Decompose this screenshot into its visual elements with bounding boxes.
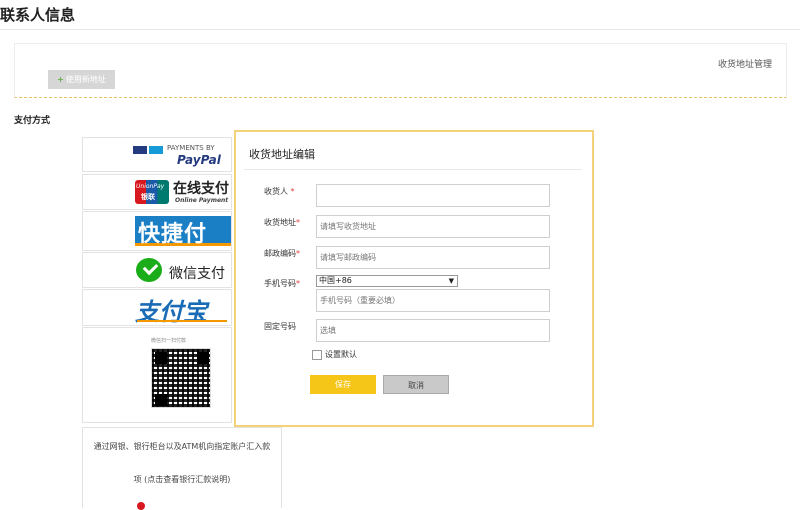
check-icon [142, 259, 159, 276]
unionpay-logo-cn: 银联 [141, 193, 155, 201]
wechat-pay-label: 微信支付 [169, 266, 225, 282]
paypal-flag-icon [133, 146, 147, 154]
address-label: 收货地址* [264, 218, 300, 227]
bank-transfer-line2[interactable]: 项 (点击查看银行汇款说明) [83, 474, 281, 485]
landline-label: 固定号码 [264, 322, 296, 331]
address-panel [14, 43, 787, 98]
mobile-label: 手机号码* [264, 279, 300, 288]
new-address-label: 使用新地址 [65, 75, 106, 84]
address-manage-link[interactable]: 收货地址管理 [718, 57, 772, 70]
country-code-select[interactable]: 中国+86 ▼ [316, 275, 458, 287]
recipient-label: 收货人 * [264, 187, 295, 196]
payment-option-kuaijie[interactable]: 快捷付 [82, 211, 232, 251]
bank-logo-icon [137, 502, 145, 510]
unionpay-subtitle: Online Payment [175, 197, 229, 204]
qr-code-image [151, 348, 211, 408]
paypal-logo: PayPal [177, 153, 221, 167]
payment-option-unionpay[interactable]: UnionPay 银联 在线支付 Online Payment [82, 174, 232, 210]
payment-option-bank-transfer[interactable]: 通过网银、银行柜台以及ATM机向指定账户汇入款 项 (点击查看银行汇款说明) [82, 427, 282, 510]
plus-icon: + [57, 75, 64, 84]
payment-option-qr[interactable]: 微信扫一扫付款 [82, 327, 232, 423]
address-input[interactable]: 请填写收货地址 [316, 215, 550, 238]
dropdown-arrow-icon: ▼ [448, 277, 454, 285]
recipient-input[interactable] [316, 184, 550, 207]
modal-divider [244, 169, 582, 170]
paypal-flag-icon-2 [149, 146, 163, 154]
bank-transfer-line1: 通过网银、银行柜台以及ATM机向指定账户汇入款 [93, 442, 271, 451]
page-title: 联系人信息 [0, 6, 76, 24]
payment-option-paypal[interactable]: PAYMENTS BY PayPal [82, 137, 232, 172]
alipay-underline [137, 320, 227, 322]
set-default-checkbox[interactable] [312, 350, 322, 360]
unionpay-logo-text: UnionPay [136, 183, 165, 190]
wechat-pay-icon [136, 258, 162, 282]
cancel-button[interactable]: 取消 [383, 375, 449, 394]
payment-option-alipay[interactable]: 支付宝 [82, 289, 232, 326]
modal-title: 收货地址编辑 [249, 148, 315, 161]
country-code-value: 中国+86 [319, 276, 352, 285]
save-button[interactable]: 保存 [310, 375, 376, 394]
mobile-input[interactable]: 手机号码（重要必填） [316, 289, 550, 312]
kuaijie-label: 快捷付 [138, 222, 208, 247]
landline-input[interactable]: 选填 [316, 319, 550, 342]
postcode-input[interactable]: 请填写邮政编码 [316, 246, 550, 269]
unionpay-title: 在线支付 [173, 181, 229, 197]
address-edit-modal: 收货地址编辑 收货人 * 收货地址* 请填写收货地址 邮政编码* 请填写邮政编码… [234, 130, 594, 427]
postcode-label: 邮政编码* [264, 249, 300, 258]
payment-section-label: 支付方式 [14, 116, 51, 126]
payment-option-wechat[interactable]: 微信支付 [82, 252, 232, 288]
title-divider [0, 29, 800, 30]
set-default-label: 设置默认 [325, 350, 357, 359]
new-address-button[interactable]: + 使用新地址 [48, 70, 115, 89]
paypal-line1: PAYMENTS BY [167, 144, 215, 152]
qr-caption: 微信扫一扫付款 [151, 338, 187, 344]
unionpay-logo-icon: UnionPay 银联 [135, 180, 169, 204]
